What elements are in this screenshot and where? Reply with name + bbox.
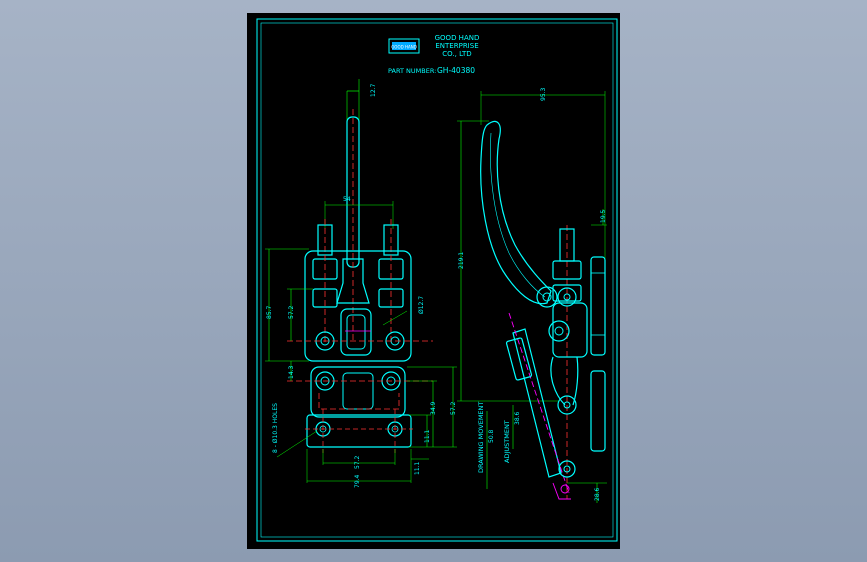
dim-base-inner: 57.2 — [354, 455, 361, 469]
cad-drawing: GOOD HAND GOOD HAND ENTERPRISE CO., LTD … — [256, 18, 618, 542]
side-view: 95.3 219.1 19.5 DRAWING MOVEMENT 50.8 AD… — [457, 87, 607, 503]
dim-left-height: 85.7 — [266, 305, 273, 319]
adjustment-value: 38.6 — [514, 411, 521, 425]
dim-right-step: 11.1 — [424, 429, 431, 443]
drawing-movement-value: 50.8 — [488, 429, 495, 443]
company-name-line2: ENTERPRISE — [435, 42, 478, 50]
slot — [346, 314, 366, 350]
drawing-sheet: GOOD HAND GOOD HAND ENTERPRISE CO., LTD … — [247, 13, 620, 549]
company-name-line3: CO., LTD — [442, 50, 471, 58]
dim-center-span: 54 — [343, 196, 351, 203]
mounting-bracket-lower — [590, 370, 606, 452]
mounting-bracket — [590, 256, 606, 356]
dim-left-low: 14.3 — [288, 365, 295, 379]
dim-bottom: 28.6 — [594, 487, 601, 501]
side-body — [552, 302, 588, 358]
dim-side-top-right: 19.5 — [600, 209, 607, 223]
curved-handle — [480, 120, 552, 305]
base-plate — [306, 414, 412, 448]
company-name-line1: GOOD HAND — [435, 34, 480, 42]
part-number-label: PART NUMBER: — [388, 67, 436, 75]
draw-rod — [512, 328, 562, 478]
dim-right-tall: 57.2 — [450, 401, 457, 415]
dim-side-height: 219.1 — [458, 252, 465, 269]
dim-base-outer: 79.4 — [354, 474, 361, 488]
logo-text: GOOD HAND — [391, 45, 417, 50]
adjustment-label: ADJUSTMENT — [503, 420, 511, 463]
side-pivot-mid — [548, 320, 570, 342]
drawing-movement-label: DRAWING MOVEMENT — [477, 402, 485, 473]
part-number-value: GH-40380 — [437, 66, 475, 75]
dim-top-pin: 12.7 — [370, 83, 377, 97]
dim-holes: 8 - Ø10.3 HOLES — [272, 403, 279, 453]
dim-rod-dia: Ø12.7 — [418, 296, 425, 314]
slot-plate — [340, 308, 372, 356]
lower-slot — [342, 372, 374, 410]
title-block: GOOD HAND GOOD HAND ENTERPRISE CO., LTD … — [388, 34, 479, 75]
side-pivot-upper — [536, 286, 558, 308]
dim-side-width: 95.3 — [540, 87, 547, 101]
dim-left-mid: 57.2 — [288, 305, 295, 319]
front-view: 12.7 54 Ø12.7 85.7 57.2 14.3 8 - Ø10.3 H… — [265, 79, 457, 488]
dim-base-offset: 11.1 — [414, 461, 421, 475]
dim-right-mid: 34.9 — [430, 401, 437, 415]
inner-border — [260, 22, 614, 538]
